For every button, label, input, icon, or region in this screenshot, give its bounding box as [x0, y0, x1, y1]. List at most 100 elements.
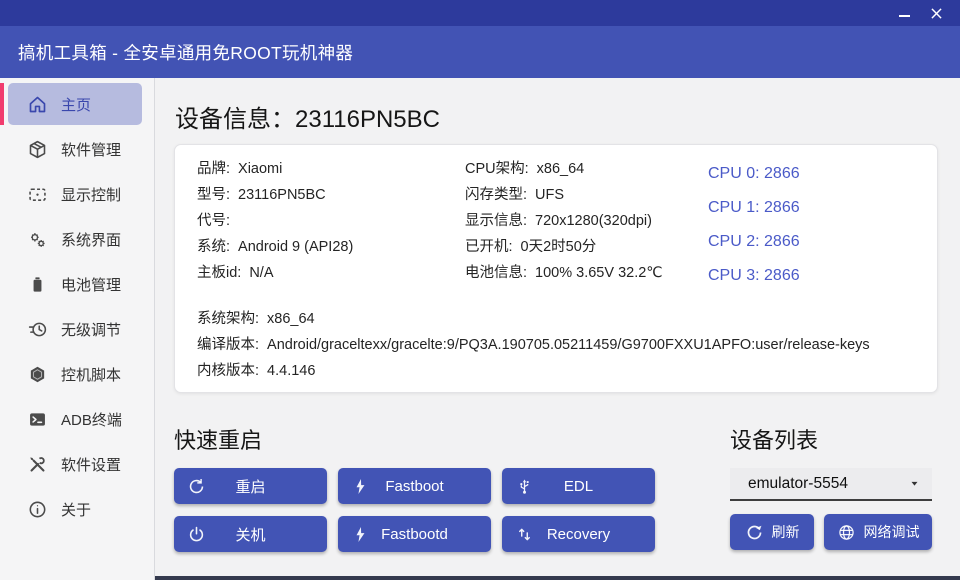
- device-info-panel: 品牌:Xiaomi 型号: 23116PN5BC 代号: 系统: Android 9 (A…: [174, 144, 938, 393]
- info-row: 内核版本: 4.4.146: [197, 358, 915, 384]
- timer-icon: [27, 319, 48, 340]
- sidebar-item-stepless-adjust[interactable]: 无级调节: [8, 308, 142, 350]
- info-value: Android/graceltexx/gracelte:9/PQ3A.19070…: [267, 337, 870, 353]
- sidebar-item-label: 控机脚本: [61, 364, 121, 385]
- info-label: 电池信息:: [465, 265, 527, 281]
- info-row: 型号: 23116PN5BC: [197, 182, 465, 208]
- tools-icon: [27, 454, 48, 475]
- info-label: 系统架构:: [197, 311, 259, 327]
- restart-icon: [187, 477, 206, 496]
- sidebar-item-label: 软件设置: [61, 454, 121, 475]
- info-row: 已开机: 0天2时50分: [465, 234, 708, 260]
- minimize-button[interactable]: [888, 1, 920, 25]
- device-info-label: 设备信息：: [175, 106, 295, 133]
- info-label: 编译版本:: [197, 337, 259, 353]
- info-value: N/A: [249, 265, 273, 281]
- info-value: UFS: [535, 187, 564, 203]
- info-label: 系统:: [197, 239, 230, 255]
- close-button[interactable]: [920, 1, 952, 25]
- info-row: 电池信息: 100% 3.65V 32.2℃: [465, 260, 708, 286]
- titlebar: [0, 0, 960, 26]
- reboot-button[interactable]: 重启: [174, 468, 327, 504]
- device-list-section: 设备列表 emulator-5554 刷新 网络调试: [730, 423, 932, 552]
- sidebar-item-app-settings[interactable]: 软件设置: [8, 443, 142, 485]
- recovery-button[interactable]: Recovery: [502, 516, 655, 552]
- edl-button[interactable]: EDL: [502, 468, 655, 504]
- info-row: 系统: Android 9 (API28): [197, 234, 465, 260]
- info-label: 代号:: [197, 213, 230, 229]
- app-window: 搞机工具箱 - 全安卓通用免ROOT玩机神器 主页软件管理显示控制系统界面电池管…: [0, 0, 960, 580]
- info-value: 720x1280(320dpi): [535, 213, 652, 229]
- info-label: 主板id:: [197, 265, 241, 281]
- button-label: 网络调试: [864, 522, 920, 542]
- info-row: 闪存类型: UFS: [465, 182, 708, 208]
- sidebar-item-label: 关于: [61, 499, 91, 520]
- refresh-button[interactable]: 刷新: [730, 514, 814, 550]
- info-value: 0天2时50分: [521, 239, 597, 255]
- sidebar-item-system-ui[interactable]: 系统界面: [8, 218, 142, 260]
- info-icon: [27, 499, 48, 520]
- cpu-frequency: CPU 1: 2866: [708, 192, 915, 224]
- quick-restart-buttons: 重启 Fastboot EDL 关机 Fastbootd Recovery: [174, 468, 655, 552]
- home-icon: [27, 94, 48, 115]
- device-list-title: 设备列表: [730, 423, 932, 455]
- lightning-icon: [351, 525, 370, 544]
- info-value: 100% 3.65V 32.2℃: [535, 265, 663, 281]
- device-select-dropdown[interactable]: emulator-5554: [730, 468, 932, 501]
- info-value: Xiaomi: [238, 161, 282, 177]
- sidebar-item-app-manager[interactable]: 软件管理: [8, 128, 142, 170]
- caret-down-icon: [909, 478, 920, 489]
- sidebar-item-about[interactable]: 关于: [8, 488, 142, 530]
- info-label: 型号:: [197, 187, 230, 203]
- info-value: 4.4.146: [267, 363, 315, 379]
- sidebar-item-battery-manager[interactable]: 电池管理: [8, 263, 142, 305]
- info-value: Android 9 (API28): [238, 239, 353, 255]
- info-label: 已开机:: [465, 239, 513, 255]
- updown-icon: [515, 525, 534, 544]
- sidebar-item-label: 软件管理: [61, 139, 121, 160]
- info-value: x86_64: [267, 311, 315, 327]
- sidebar-item-home[interactable]: 主页: [8, 83, 142, 125]
- info-label: CPU架构:: [465, 161, 529, 177]
- main-content: 设备信息：23116PN5BC 品牌:Xiaomi型号:23116PN5BC代号…: [155, 78, 960, 580]
- fastbootd-button[interactable]: Fastbootd: [338, 516, 491, 552]
- info-label: 显示信息:: [465, 213, 527, 229]
- info-label: 内核版本:: [197, 363, 259, 379]
- device-serial: 23116PN5BC: [295, 106, 440, 133]
- info-row: 显示信息: 720x1280(320dpi): [465, 208, 708, 234]
- sidebar-item-adb-terminal[interactable]: ADB终端: [8, 398, 142, 440]
- info-label: 闪存类型:: [465, 187, 527, 203]
- app-header: 搞机工具箱 - 全安卓通用免ROOT玩机神器: [0, 26, 960, 78]
- info-row: 品牌:Xiaomi: [197, 156, 465, 182]
- cpu-frequency: CPU 2: 2866: [708, 226, 915, 258]
- sidebar-nav: 主页软件管理显示控制系统界面电池管理无级调节控机脚本 ADB终端软件设置关于: [0, 78, 155, 580]
- quick-restart-section: 快速重启 重启 Fastboot EDL 关机 Fastbootd Recovery: [174, 423, 655, 552]
- sidebar-item-label: 主页: [61, 94, 91, 115]
- globe-icon: [837, 523, 856, 542]
- refresh-icon: [745, 523, 764, 542]
- sidebar-item-label: 电池管理: [61, 274, 121, 295]
- screen-icon: [27, 184, 48, 205]
- hexagon-icon: [27, 364, 48, 385]
- device-info-left-column: 品牌:Xiaomi 型号: 23116PN5BC 代号: 系统: Android 9 (A…: [197, 156, 465, 292]
- button-label: 刷新: [772, 522, 800, 542]
- quick-restart-title: 快速重启: [174, 423, 655, 455]
- shutdown-button[interactable]: 关机: [174, 516, 327, 552]
- info-value: x86_64: [537, 161, 585, 177]
- terminal-icon: [27, 409, 48, 430]
- info-row: 主板id: N/A: [197, 260, 465, 286]
- device-list-buttons: 刷新 网络调试: [730, 514, 932, 550]
- usb-icon: [515, 477, 534, 496]
- cpu-frequency: CPU 0: 2866: [708, 158, 915, 190]
- sidebar-item-control-script[interactable]: 控机脚本: [8, 353, 142, 395]
- info-value: 23116PN5BC: [238, 187, 326, 203]
- network-debug-button[interactable]: 网络调试: [824, 514, 932, 550]
- info-row: CPU架构: x86_64: [465, 156, 708, 182]
- device-info-bottom-rows: 系统架构: x86_64 编译版本: Android/graceltexx/grace…: [197, 306, 915, 384]
- sidebar-item-label: 无级调节: [61, 319, 121, 340]
- sidebar-item-display-control[interactable]: 显示控制: [8, 173, 142, 215]
- device-info-middle-column: CPU架构: x86_64 闪存类型: UFS 显示信息: 720x1280(320dpi…: [465, 156, 708, 292]
- cpu-frequency: CPU 3: 2866: [708, 260, 915, 292]
- fastboot-button[interactable]: Fastboot: [338, 468, 491, 504]
- app-title: 搞机工具箱 - 全安卓通用免ROOT玩机神器: [18, 40, 353, 65]
